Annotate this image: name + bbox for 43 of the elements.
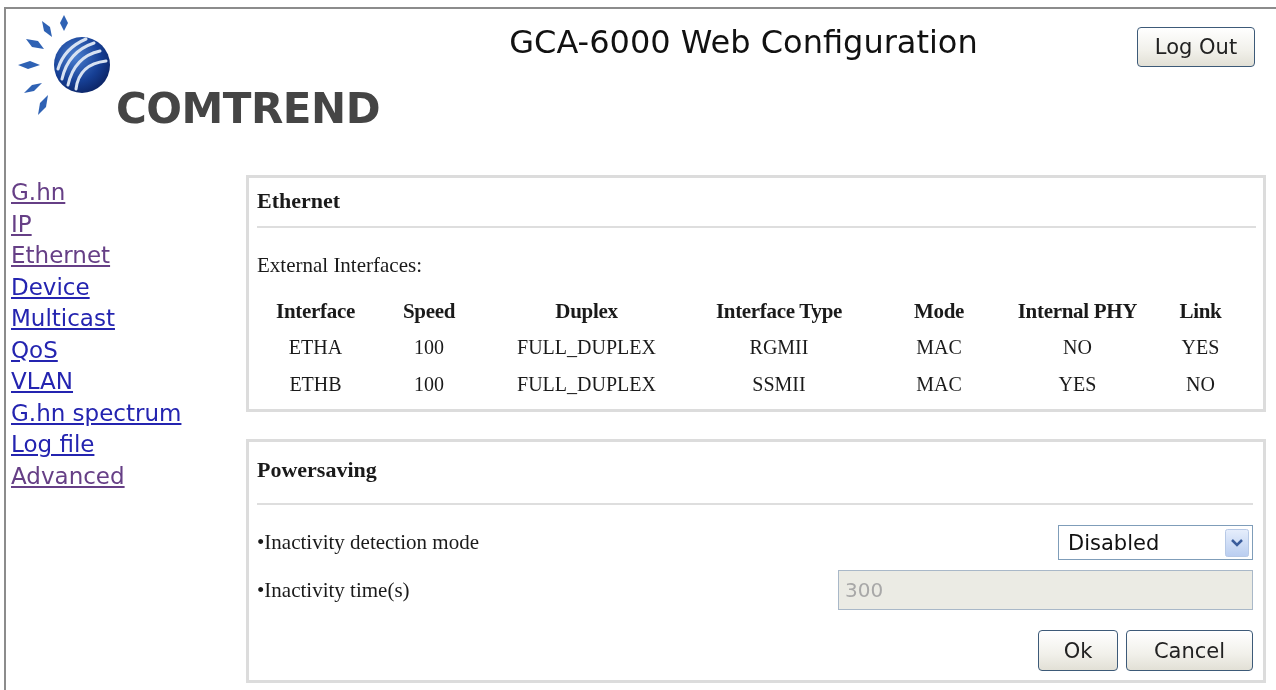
nav-link[interactable]: Device xyxy=(11,271,90,303)
table-cell-text: ETHA xyxy=(287,335,344,360)
table-cell-text: 100 xyxy=(413,335,445,360)
table-cell-text: YES xyxy=(1180,335,1221,360)
nav-link[interactable]: QoS xyxy=(11,334,58,366)
table-cell-text: YES xyxy=(1057,372,1098,397)
column-header: Interface Type xyxy=(714,297,844,325)
dropdown[interactable]: Disabled xyxy=(1058,525,1253,560)
table-cell-text: SSMII xyxy=(751,372,807,397)
logout-button[interactable]: Log Out xyxy=(1137,27,1255,67)
field-label: •Inactivity time(s) xyxy=(257,577,410,603)
table-cell-text: 100 xyxy=(413,372,445,397)
table-cell-text: MAC xyxy=(915,372,963,397)
column-header: Link xyxy=(1178,297,1223,325)
table-cell-text: MAC xyxy=(915,335,963,360)
cancel-button[interactable]: Cancel xyxy=(1126,630,1253,671)
nav-link[interactable]: Advanced xyxy=(11,460,125,492)
column-header: Duplex xyxy=(554,297,619,325)
caret-icon xyxy=(1225,528,1249,557)
column-header: Internal PHY xyxy=(1016,297,1139,325)
ok-button[interactable]: Ok xyxy=(1038,630,1118,671)
nav-link[interactable]: Log file xyxy=(11,429,95,461)
column-header: Speed xyxy=(401,297,457,325)
nav-link[interactable]: Multicast xyxy=(11,303,115,335)
table-cell-text: RGMII xyxy=(748,335,810,360)
table-cell-text: FULL_DUPLEX xyxy=(516,372,657,397)
column-header: Mode xyxy=(912,297,966,325)
field-label: •Inactivity detection mode xyxy=(257,530,479,555)
nav-link[interactable]: IP xyxy=(11,208,32,240)
logo-text: COMTREND xyxy=(116,89,381,129)
column-header: Interface xyxy=(275,297,356,325)
table-cell-text: NO xyxy=(1185,372,1216,397)
section-subtitle: External Interfaces: xyxy=(257,252,422,279)
nav-link[interactable]: VLAN xyxy=(11,366,73,398)
section-title: Ethernet xyxy=(257,187,341,215)
table-cell-text: ETHB xyxy=(288,372,343,397)
nav-link[interactable]: G.hn xyxy=(11,177,66,209)
nav-link[interactable]: G.hn spectrum xyxy=(11,397,182,429)
table-cell-text: NO xyxy=(1062,335,1093,360)
nav-link[interactable]: Ethernet xyxy=(11,240,111,272)
page-title: GCA-6000 Web Configuration xyxy=(509,22,978,62)
section-title: Powersaving xyxy=(257,456,377,484)
table-cell-text: FULL_DUPLEX xyxy=(516,335,657,360)
